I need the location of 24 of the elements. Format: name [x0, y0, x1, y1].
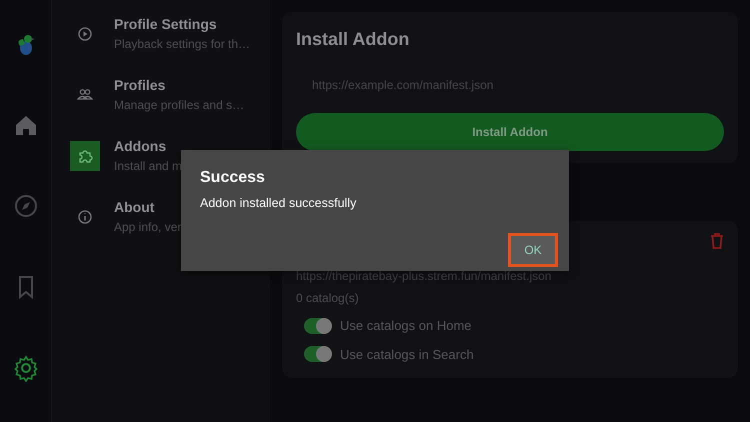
- dialog-title: Success: [200, 168, 266, 188]
- menu-item-title[interactable]: About: [114, 197, 182, 218]
- dialog-message: Addon installed successfully: [200, 195, 358, 212]
- puzzle-icon: [77, 148, 93, 164]
- card-title: Install Addon: [296, 28, 410, 51]
- menu-item-subtitle: Install and m: [114, 158, 182, 175]
- menu-item-subtitle: Manage profiles and s…: [114, 97, 244, 114]
- toggle-label: Use catalogs in Search: [340, 346, 474, 364]
- people-icon: [77, 86, 93, 102]
- trash-icon[interactable]: [710, 233, 724, 249]
- menu-item-subtitle: Playback settings for th…: [114, 36, 250, 53]
- ok-button[interactable]: OK: [508, 233, 558, 267]
- toggle-switch[interactable]: [304, 318, 332, 334]
- info-icon: [77, 208, 93, 224]
- selected-menu-tile[interactable]: [70, 140, 100, 170]
- menu-item-title[interactable]: Profiles: [114, 75, 244, 96]
- toggle-switch[interactable]: [304, 346, 332, 362]
- play-icon: [77, 26, 93, 42]
- menu-item-title[interactable]: Addons: [114, 136, 182, 157]
- menu-item-title[interactable]: Profile Settings: [114, 14, 250, 35]
- catalog-count: 0 catalog(s): [296, 290, 360, 307]
- toggle-label: Use catalogs on Home: [340, 317, 472, 335]
- menu-item-subtitle: App info, ver: [114, 219, 182, 236]
- settings-icon[interactable]: [12, 354, 40, 382]
